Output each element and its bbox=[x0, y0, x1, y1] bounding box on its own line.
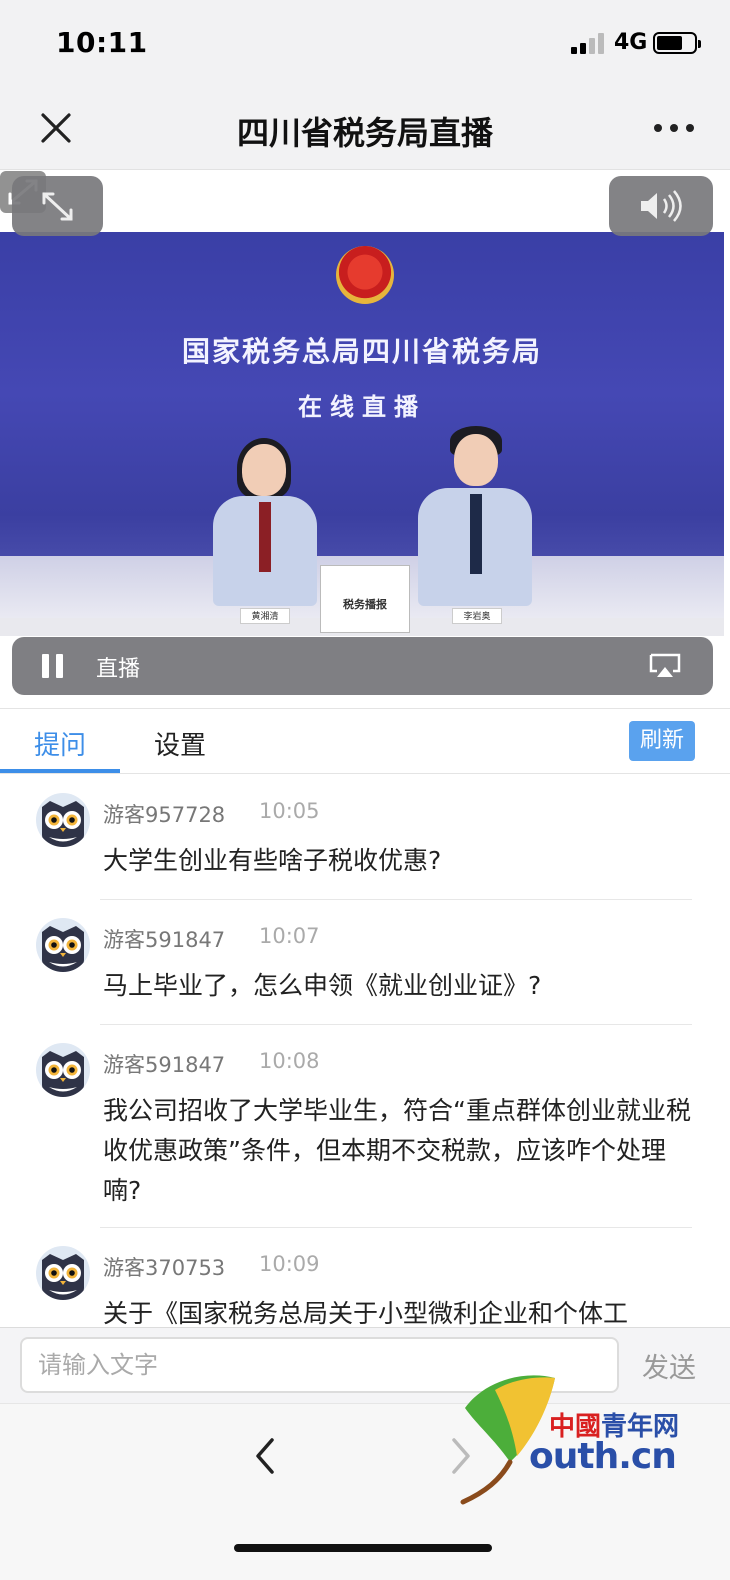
more-icon[interactable] bbox=[654, 124, 694, 134]
airplay-icon[interactable] bbox=[648, 653, 682, 679]
battery-icon bbox=[653, 32, 701, 54]
message-text: 马上毕业了，怎么申领《就业创业证》? bbox=[103, 971, 542, 1000]
expand-button[interactable] bbox=[12, 176, 103, 236]
expand-icon bbox=[42, 192, 73, 221]
volume-button[interactable] bbox=[609, 176, 713, 236]
owl-icon bbox=[42, 1254, 84, 1300]
owl-icon bbox=[42, 926, 84, 972]
avatar bbox=[36, 1043, 90, 1097]
message-text: 我公司招收了大学毕业生，符合“重点群体创业就业税收优惠政策”条件，但本期不交税款… bbox=[103, 1096, 691, 1205]
avatar bbox=[36, 793, 90, 847]
center-sign: 税务播报 bbox=[320, 565, 410, 633]
back-icon[interactable] bbox=[250, 1436, 280, 1476]
owl-icon bbox=[42, 801, 84, 847]
message-time: 10:07 bbox=[259, 924, 320, 948]
message-user: 游客370753 bbox=[103, 1256, 226, 1280]
message-list[interactable]: 游客957728 10:05 大学生创业有些啥子税收优惠? 游客591847 1… bbox=[0, 775, 730, 1327]
national-emblem-icon bbox=[336, 246, 394, 304]
nameplate-right: 李岩奥 bbox=[452, 608, 502, 624]
refresh-button[interactable]: 刷新 bbox=[629, 721, 695, 761]
youth-cn-watermark: 中國青年网 outh.cn bbox=[455, 1370, 715, 1510]
message-user: 游客591847 bbox=[103, 928, 226, 952]
owl-icon bbox=[42, 1051, 84, 1097]
message-user: 游客957728 bbox=[103, 803, 226, 827]
host-left bbox=[205, 432, 325, 632]
active-tab-indicator bbox=[0, 769, 120, 773]
status-bar: 10:11 4G bbox=[0, 0, 730, 88]
host-right bbox=[410, 422, 540, 632]
network-type: 4G bbox=[614, 30, 648, 55]
pause-icon[interactable] bbox=[42, 654, 64, 678]
tab-ask[interactable]: 提问 bbox=[34, 725, 86, 762]
video-subheading: 在线直播 bbox=[298, 393, 426, 421]
message-user: 游客591847 bbox=[103, 1053, 226, 1077]
message-time: 10:08 bbox=[259, 1049, 320, 1073]
playback-control-bar: 直播 bbox=[12, 637, 713, 695]
title-bar: 四川省税务局直播 bbox=[0, 88, 730, 170]
nameplate-left: 黄湘清 bbox=[240, 608, 290, 624]
avatar bbox=[36, 1246, 90, 1300]
watermark-domain: outh.cn bbox=[529, 1436, 677, 1477]
avatar bbox=[36, 918, 90, 972]
message-text: 关于《国家税务总局关于小型微利企业和个体工 bbox=[103, 1299, 629, 1327]
status-time: 10:11 bbox=[56, 26, 148, 59]
message-time: 10:09 bbox=[259, 1252, 320, 1276]
message-time: 10:05 bbox=[259, 799, 320, 823]
page-title: 四川省税务局直播 bbox=[236, 114, 493, 152]
home-indicator bbox=[234, 1544, 492, 1552]
message-text: 大学生创业有些啥子税收优惠? bbox=[103, 846, 442, 875]
video-player: 国家税务总局四川省税务局 在线直播 黄湘清 税务播报 李岩奥 直播 bbox=[0, 171, 730, 708]
tab-settings[interactable]: 设置 bbox=[154, 725, 206, 762]
live-label: 直播 bbox=[96, 657, 141, 682]
tab-bar: 提问 设置 刷新 bbox=[0, 708, 730, 774]
speaker-icon bbox=[641, 190, 682, 222]
video-heading: 国家税务总局四川省税务局 bbox=[181, 335, 542, 368]
signal-icon bbox=[571, 32, 605, 54]
video-frame[interactable]: 国家税务总局四川省税务局 在线直播 黄湘清 税务播报 李岩奥 bbox=[0, 232, 724, 636]
